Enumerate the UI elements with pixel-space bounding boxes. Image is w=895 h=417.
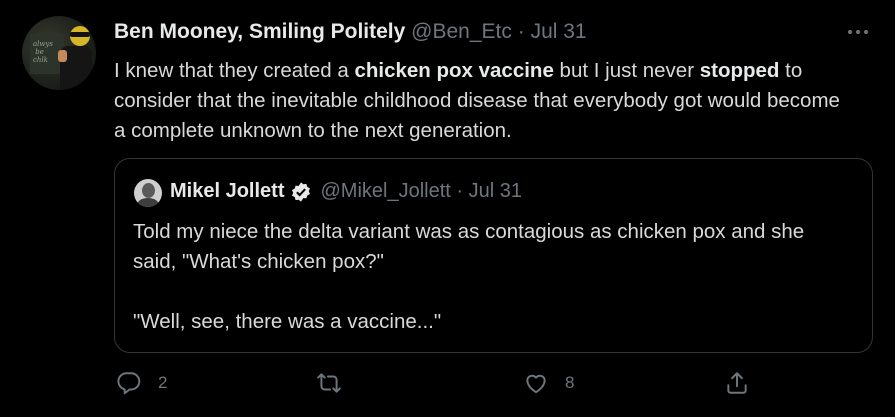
share-button[interactable] bbox=[724, 370, 750, 396]
tweet-text-bold: chicken pox vaccine bbox=[354, 59, 554, 82]
verified-badge-icon bbox=[292, 181, 311, 202]
retweet-button[interactable] bbox=[316, 370, 358, 396]
tweet-text: I knew that they created a chicken pox v… bbox=[114, 56, 854, 146]
reply-icon bbox=[117, 372, 141, 395]
quoted-tweet[interactable]: Mikel Jollett @Mikel_Jollett · Jul 31 To… bbox=[114, 158, 873, 353]
author-name[interactable]: Ben Mooney, Smiling Politely bbox=[114, 20, 405, 43]
share-icon bbox=[727, 372, 747, 394]
retweet-icon bbox=[317, 373, 341, 393]
action-bar: 2 8 bbox=[0, 370, 895, 404]
quoted-author-avatar[interactable] bbox=[134, 179, 162, 207]
avatar-shoulders bbox=[137, 198, 159, 207]
more-options-icon[interactable] bbox=[846, 26, 870, 38]
reply-count: 2 bbox=[158, 373, 168, 392]
quoted-author-handle[interactable]: @Mikel_Jollett bbox=[320, 180, 450, 203]
avatar-head bbox=[142, 183, 155, 198]
author-avatar[interactable]: alwys be chlk bbox=[22, 16, 96, 90]
tweet-text-segment: but I just never bbox=[553, 59, 700, 82]
reply-button[interactable]: 2 bbox=[116, 370, 167, 396]
quoted-author-name[interactable]: Mikel Jollett bbox=[170, 180, 284, 203]
avatar-sunglasses bbox=[70, 32, 90, 37]
tweet-date[interactable]: Jul 31 bbox=[531, 20, 587, 43]
quoted-header: Mikel Jollett @Mikel_Jollett · Jul 31 bbox=[170, 180, 522, 203]
avatar-hand bbox=[58, 50, 67, 62]
author-handle[interactable]: @Ben_Etc bbox=[411, 20, 512, 43]
quoted-tweet-date[interactable]: Jul 31 bbox=[469, 180, 522, 203]
tweet-text-segment: I knew that they created a bbox=[114, 59, 355, 82]
separator-dot: · bbox=[517, 20, 531, 43]
quoted-paragraph: Told my niece the delta variant was as c… bbox=[133, 220, 805, 273]
quoted-tweet-text: Told my niece the delta variant was as c… bbox=[133, 217, 853, 337]
quoted-paragraph bbox=[133, 277, 853, 307]
quoted-paragraph: "Well, see, there was a vaccine..." bbox=[133, 310, 442, 333]
tweet-header: Ben Mooney, Smiling Politely @Ben_Etc · … bbox=[114, 20, 587, 44]
avatar-chalk-text: alwys be chlk bbox=[33, 40, 53, 64]
like-icon bbox=[526, 374, 546, 394]
like-button[interactable]: 8 bbox=[523, 370, 574, 396]
tweet-text-bold: stopped bbox=[699, 59, 780, 82]
separator-dot: · bbox=[450, 180, 469, 202]
like-count: 8 bbox=[565, 373, 575, 392]
